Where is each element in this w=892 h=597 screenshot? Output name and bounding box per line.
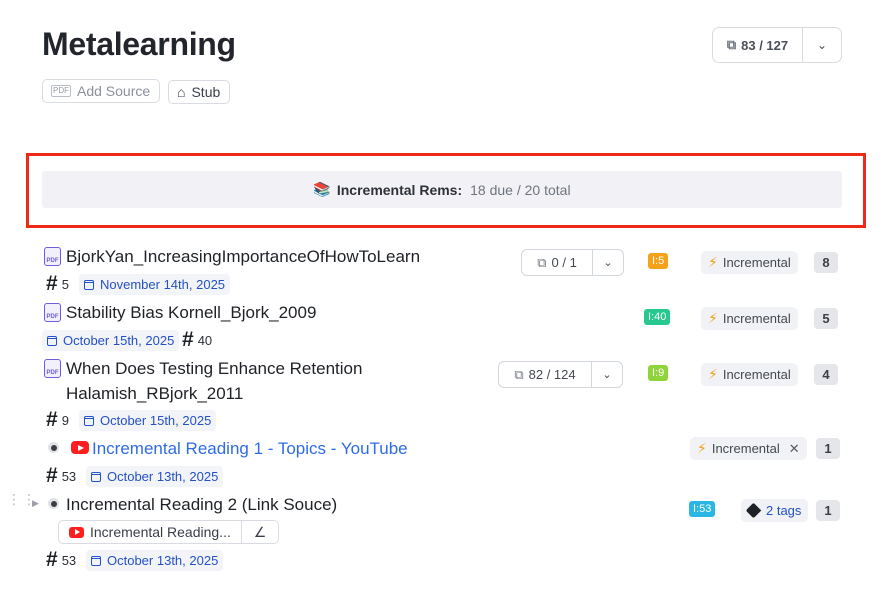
incremental-tag[interactable]: ⚡ Incremental (701, 307, 798, 330)
incremental-tag[interactable]: ⚡ Incremental ✕ (690, 437, 807, 460)
chevron-down-icon[interactable]: ⌄ (593, 250, 623, 275)
youtube-icon (69, 526, 84, 538)
children-count[interactable]: 4 (814, 364, 838, 385)
books-icon: 📚 (313, 181, 331, 197)
date-chip[interactable]: October 15th, 2025 (42, 330, 180, 351)
children-count[interactable]: 1 (816, 438, 840, 459)
incremental-rems-bar[interactable]: 📚 Incremental Rems: 18 due / 20 total (42, 171, 842, 208)
flashcards-button-group: ⧉ 83 / 127 ⌄ (712, 27, 842, 63)
children-count[interactable]: 8 (814, 252, 838, 273)
youtube-icon (71, 441, 89, 454)
hashtag-count: # 9 (46, 408, 69, 431)
incremental-tag[interactable]: ⚡ Incremental (701, 251, 798, 274)
row-title[interactable]: BjorkYan_IncreasingImportanceOfHowToLear… (66, 247, 420, 267)
date-chip[interactable]: November 14th, 2025 (79, 274, 231, 295)
lightning-icon: ⚡ (708, 310, 718, 326)
flashcards-button[interactable]: ⧉ 83 / 127 (713, 28, 803, 62)
pdf-document-icon: PDF (44, 359, 61, 378)
calendar-icon (91, 555, 101, 566)
tag-icon: ⌂ (177, 84, 186, 100)
source-link[interactable]: Incremental Reading... (59, 521, 242, 543)
flashcards-count: 83 / 127 (741, 37, 789, 53)
hash-icon: # (46, 272, 58, 295)
cards-button[interactable]: ⧉ 82 / 124 (499, 362, 592, 387)
tag-icon (745, 502, 762, 519)
cards-button-group: ⧉ 82 / 124 ⌄ (498, 361, 623, 388)
date-chip[interactable]: October 13th, 2025 (86, 466, 224, 487)
lightning-icon: ⚡ (697, 440, 707, 456)
cards-button-group: ⧉ 0 / 1 ⌄ (521, 249, 624, 276)
incremental-rems-label: Incremental Rems: (336, 181, 463, 198)
bullet-icon[interactable] (48, 498, 59, 509)
source-link-chip: Incremental Reading... ∠ (58, 520, 279, 544)
expand-arrow-icon[interactable]: ▶ (32, 498, 39, 509)
children-count[interactable]: 1 (816, 500, 840, 521)
pdf-document-icon: PDF (44, 303, 61, 322)
interval-badge: I:5 (648, 253, 669, 269)
hashtag-count: # 53 (46, 548, 77, 571)
children-count[interactable]: 5 (814, 308, 838, 329)
row-title[interactable]: Incremental Reading 2 (Link Souce) (66, 495, 337, 515)
lightning-icon: ⚡ (708, 366, 718, 382)
add-source-button[interactable]: PDF Add Source (42, 79, 161, 103)
row-title-link[interactable]: Incremental Reading 1 - Topics - YouTube (92, 439, 408, 459)
pdf-document-icon: PDF (44, 247, 61, 266)
incremental-rems-count: 18 due / 20 total (470, 181, 571, 198)
add-source-label: Add Source (77, 83, 151, 99)
calendar-icon (84, 415, 94, 426)
cards-icon: ⧉ (537, 254, 547, 270)
hashtag-count: # 40 (182, 328, 213, 351)
hash-icon: # (182, 328, 194, 351)
calendar-icon (84, 279, 94, 290)
bullet-icon[interactable] (48, 442, 59, 453)
row-title-line-1[interactable]: When Does Testing Enhance Retention (66, 359, 362, 379)
close-icon[interactable]: ✕ (789, 441, 800, 457)
interval-badge: I:9 (648, 365, 669, 381)
hashtag-count: # 53 (46, 464, 77, 487)
hashtag-count: # 5 (46, 272, 69, 295)
row-title[interactable]: Stability Bias Kornell_Bjork_2009 (66, 303, 316, 323)
incremental-tag[interactable]: ⚡ Incremental (701, 363, 798, 386)
pdf-icon: PDF (51, 85, 71, 97)
calendar-icon (91, 471, 101, 482)
cards-icon: ⧉ (726, 37, 737, 52)
tags-chip[interactable]: 2 tags (741, 499, 809, 522)
date-chip[interactable]: October 15th, 2025 (79, 410, 217, 431)
hash-icon: # (46, 548, 58, 571)
row-title-line-2[interactable]: Halamish_RBjork_2011 (66, 384, 243, 404)
lightning-icon: ⚡ (708, 254, 718, 270)
chevron-down-icon[interactable]: ⌄ (592, 362, 622, 387)
calendar-icon (47, 335, 57, 346)
cards-button[interactable]: ⧉ 0 / 1 (522, 250, 593, 275)
date-chip[interactable]: October 13th, 2025 (86, 550, 224, 571)
chevron-down-icon[interactable]: ⌄ (803, 28, 841, 62)
interval-badge: I:53 (689, 501, 716, 517)
hash-icon: # (46, 408, 58, 431)
hash-icon: # (46, 464, 58, 487)
interval-badge: I:40 (644, 309, 671, 325)
edit-icon[interactable]: ∠ (242, 521, 278, 543)
stub-label: Stub (191, 84, 221, 100)
page-title: Metalearning (42, 26, 236, 62)
stub-tag-button[interactable]: ⌂ Stub (168, 80, 231, 104)
cards-icon: ⧉ (514, 366, 524, 382)
